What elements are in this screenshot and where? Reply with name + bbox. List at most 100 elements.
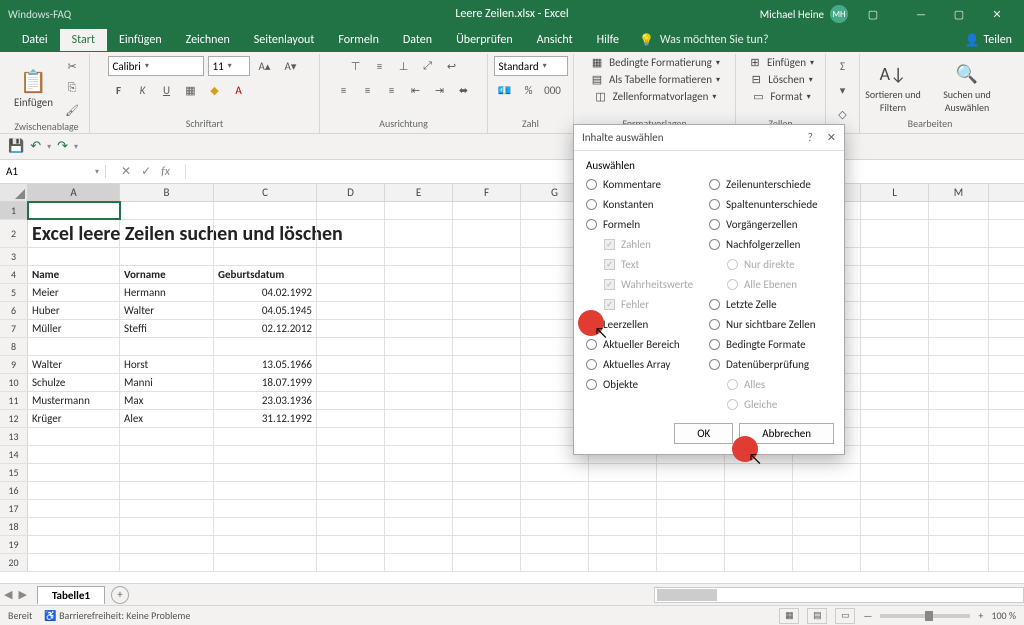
- cell[interactable]: [120, 446, 214, 463]
- cell[interactable]: [929, 554, 989, 571]
- cell[interactable]: [28, 446, 120, 463]
- cell[interactable]: Geburtsdatum: [214, 266, 317, 283]
- tab-start[interactable]: Start: [60, 29, 107, 51]
- dialog-option[interactable]: Formeln: [586, 218, 709, 231]
- paste-button[interactable]: 📋 Einfügen: [10, 66, 57, 111]
- cell[interactable]: [657, 500, 725, 517]
- cell[interactable]: [453, 356, 521, 373]
- cell[interactable]: [453, 284, 521, 301]
- row-header[interactable]: 6: [0, 302, 28, 319]
- cell[interactable]: [317, 220, 385, 247]
- tab-einfuegen[interactable]: Einfügen: [107, 29, 174, 51]
- cell[interactable]: [385, 518, 453, 535]
- row-header[interactable]: 16: [0, 482, 28, 499]
- tab-datei[interactable]: Datei: [10, 29, 60, 51]
- format-painter-icon[interactable]: 🖌: [61, 100, 83, 120]
- grow-font-icon[interactable]: A▴: [254, 56, 276, 76]
- cell[interactable]: [385, 356, 453, 373]
- dialog-option[interactable]: Kommentare: [586, 178, 709, 191]
- cell[interactable]: [453, 536, 521, 553]
- cell[interactable]: [861, 482, 929, 499]
- cell[interactable]: [861, 320, 929, 337]
- cell[interactable]: [385, 464, 453, 481]
- cell[interactable]: [929, 302, 989, 319]
- row-header[interactable]: 12: [0, 410, 28, 427]
- cell[interactable]: 04.05.1945: [214, 302, 317, 319]
- cell[interactable]: [861, 302, 929, 319]
- cell[interactable]: [793, 536, 861, 553]
- view-pagelayout-icon[interactable]: ▤: [807, 608, 827, 624]
- cell[interactable]: [317, 392, 385, 409]
- cell[interactable]: [385, 202, 453, 219]
- cell[interactable]: [120, 536, 214, 553]
- cell[interactable]: [861, 266, 929, 283]
- row-header[interactable]: 13: [0, 428, 28, 445]
- cell[interactable]: [589, 482, 657, 499]
- col-E[interactable]: E: [385, 184, 453, 201]
- tab-zeichnen[interactable]: Zeichnen: [174, 29, 242, 51]
- col-D[interactable]: D: [317, 184, 385, 201]
- cell[interactable]: [317, 284, 385, 301]
- row-header[interactable]: 15: [0, 464, 28, 481]
- cell[interactable]: [317, 536, 385, 553]
- row-header[interactable]: 10: [0, 374, 28, 391]
- cell[interactable]: [385, 410, 453, 427]
- indent-dec-icon[interactable]: ⇤: [405, 80, 427, 100]
- cell[interactable]: [28, 202, 120, 219]
- cell[interactable]: [120, 202, 214, 219]
- align-right-icon[interactable]: ≡: [381, 80, 403, 100]
- orientation-icon[interactable]: ⤢: [417, 56, 439, 76]
- cell[interactable]: Max: [120, 392, 214, 409]
- cell[interactable]: [385, 284, 453, 301]
- cell[interactable]: [28, 428, 120, 445]
- dialog-option[interactable]: Konstanten: [586, 198, 709, 211]
- underline-button[interactable]: U: [156, 80, 178, 100]
- italic-button[interactable]: K: [132, 80, 154, 100]
- cell[interactable]: [929, 338, 989, 355]
- cell[interactable]: [929, 410, 989, 427]
- col-F[interactable]: F: [453, 184, 521, 201]
- cell[interactable]: [861, 500, 929, 517]
- format-cells[interactable]: ▭Format▾: [750, 90, 810, 103]
- cell[interactable]: [385, 392, 453, 409]
- cell[interactable]: [214, 500, 317, 517]
- cell[interactable]: Steffi: [120, 320, 214, 337]
- cell[interactable]: [28, 482, 120, 499]
- cell[interactable]: [385, 374, 453, 391]
- cell[interactable]: [929, 202, 989, 219]
- col-C[interactable]: C: [214, 184, 317, 201]
- cell[interactable]: [521, 554, 589, 571]
- tab-ueberpruefen[interactable]: Überprüfen: [444, 29, 525, 51]
- cell[interactable]: [861, 446, 929, 463]
- cell[interactable]: [861, 374, 929, 391]
- merge-icon[interactable]: ⬌: [453, 80, 475, 100]
- cell[interactable]: [317, 374, 385, 391]
- bold-button[interactable]: F: [108, 80, 130, 100]
- cell[interactable]: [317, 482, 385, 499]
- cell[interactable]: [521, 464, 589, 481]
- cell[interactable]: [214, 482, 317, 499]
- add-sheet-icon[interactable]: +: [111, 586, 129, 604]
- tab-seitenlayout[interactable]: Seitenlayout: [242, 29, 327, 51]
- cell[interactable]: Alex: [120, 410, 214, 427]
- cell[interactable]: [453, 374, 521, 391]
- cell[interactable]: [453, 302, 521, 319]
- row-header[interactable]: 1: [0, 202, 28, 219]
- cell[interactable]: [929, 482, 989, 499]
- cell[interactable]: [28, 536, 120, 553]
- cell[interactable]: 18.07.1999: [214, 374, 317, 391]
- cell[interactable]: [657, 536, 725, 553]
- cell[interactable]: [453, 518, 521, 535]
- fx-icon[interactable]: fx: [161, 165, 170, 179]
- row-header[interactable]: 9: [0, 356, 28, 373]
- close-icon[interactable]: ✕: [978, 0, 1016, 28]
- row-header[interactable]: 14: [0, 446, 28, 463]
- cell[interactable]: [317, 338, 385, 355]
- save-icon[interactable]: 💾: [8, 139, 24, 154]
- cell[interactable]: Horst: [120, 356, 214, 373]
- cell[interactable]: [725, 536, 793, 553]
- cell[interactable]: [453, 320, 521, 337]
- cell[interactable]: [861, 392, 929, 409]
- cell[interactable]: [453, 338, 521, 355]
- cell[interactable]: [214, 554, 317, 571]
